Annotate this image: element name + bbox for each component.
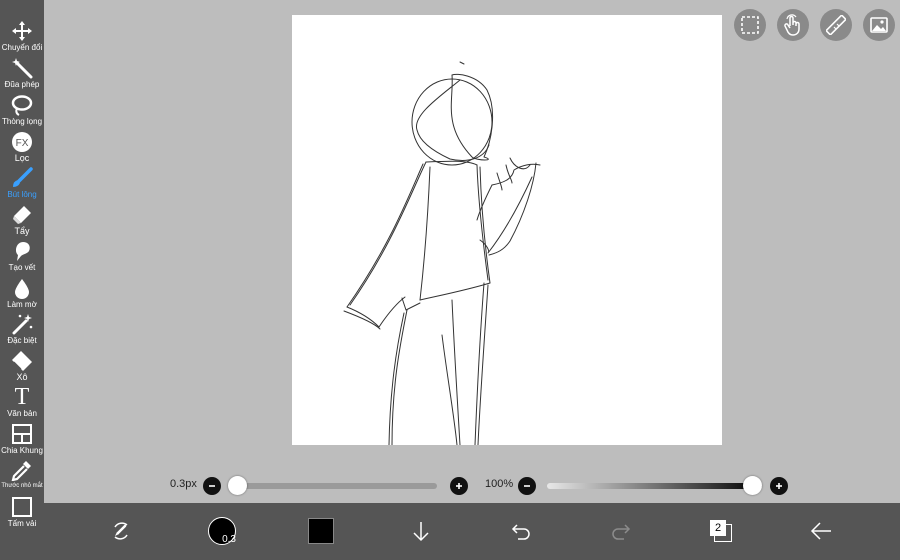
selection-icon bbox=[741, 16, 759, 34]
tool-frame-divider[interactable]: Chia Khung bbox=[0, 423, 44, 459]
current-color-swatch bbox=[308, 518, 334, 544]
move-icon bbox=[12, 21, 32, 41]
svg-text:FX: FX bbox=[16, 138, 29, 149]
tool-brush[interactable]: Bút lông bbox=[0, 167, 44, 203]
tool-blur[interactable]: Làm mờ bbox=[0, 277, 44, 313]
tool-sidebar: Chuyển đổi Đũa phép Thòng lọng FX Lọc Bú… bbox=[0, 0, 44, 560]
fx-filter-icon: FX bbox=[12, 132, 32, 152]
touch-icon bbox=[784, 14, 800, 36]
back-button[interactable] bbox=[801, 511, 841, 551]
tool-bucket[interactable]: Xô bbox=[0, 350, 44, 386]
brush-size-decrease-button[interactable] bbox=[203, 477, 221, 495]
smudge-icon bbox=[15, 242, 30, 261]
arrow-left-icon bbox=[810, 522, 831, 540]
minus-icon bbox=[209, 485, 215, 487]
brush-size-badge: 0.3 bbox=[222, 534, 236, 545]
tool-move[interactable]: Chuyển đổi bbox=[0, 20, 44, 56]
bottom-toolbar: 0.3 2 bbox=[44, 503, 900, 560]
brush-size-circle: 0.3 bbox=[208, 517, 236, 545]
undo-button[interactable] bbox=[501, 511, 541, 551]
selection-button[interactable] bbox=[734, 9, 766, 41]
tool-special[interactable]: Đặc biệt bbox=[0, 313, 44, 349]
frame-divider-icon bbox=[12, 424, 32, 444]
eyedropper-icon bbox=[11, 461, 31, 481]
brush-size-track[interactable] bbox=[236, 483, 437, 489]
image-layer-icon bbox=[870, 17, 888, 33]
tool-canvas[interactable]: Tấm vải bbox=[0, 496, 44, 532]
quick-menu-button[interactable] bbox=[101, 511, 141, 551]
plus-icon bbox=[456, 483, 462, 489]
ruler-button[interactable] bbox=[820, 9, 852, 41]
blur-drop-icon bbox=[15, 279, 29, 299]
color-swatch-button[interactable] bbox=[301, 511, 341, 551]
lasso-icon bbox=[11, 95, 33, 116]
text-icon: T bbox=[14, 384, 30, 410]
tool-eraser[interactable]: Tẩy bbox=[0, 204, 44, 240]
magic-wand-icon bbox=[12, 58, 33, 79]
brush-size-thumb[interactable] bbox=[228, 476, 247, 495]
tool-smudge[interactable]: Tạo vết bbox=[0, 240, 44, 276]
redo-icon bbox=[612, 524, 631, 540]
brush-size-increase-button[interactable] bbox=[450, 477, 468, 495]
drawing-canvas[interactable] bbox=[292, 15, 722, 446]
undo-icon bbox=[511, 524, 530, 540]
layer-count-badge: 2 bbox=[710, 520, 726, 536]
tool-text[interactable]: T Văn bản bbox=[0, 384, 44, 422]
canvas-icon bbox=[12, 497, 32, 517]
redo-button[interactable] bbox=[601, 511, 641, 551]
sketch-drawing bbox=[343, 61, 541, 446]
image-layer-button[interactable] bbox=[863, 9, 895, 41]
brush-size-indicator[interactable]: 0.3 bbox=[202, 511, 242, 551]
ruler-icon bbox=[826, 15, 846, 35]
brush-icon bbox=[13, 167, 33, 187]
opacity-thumb[interactable] bbox=[743, 476, 762, 495]
plus-icon bbox=[776, 483, 782, 489]
brush-size-readout: 0.3px bbox=[170, 478, 197, 490]
opacity-increase-button[interactable] bbox=[770, 477, 788, 495]
arrow-down-icon bbox=[413, 522, 429, 542]
opacity-readout: 100% bbox=[485, 478, 514, 490]
minus-icon bbox=[524, 485, 530, 487]
brush-swap-icon bbox=[114, 522, 128, 540]
tool-eyedropper[interactable]: Thước nhỏ mắt bbox=[0, 459, 44, 495]
layers-icon: 2 bbox=[710, 520, 732, 542]
opacity-decrease-button[interactable] bbox=[518, 477, 536, 495]
bucket-icon bbox=[12, 351, 32, 371]
layer-down-button[interactable] bbox=[401, 511, 441, 551]
layers-button[interactable]: 2 bbox=[701, 511, 741, 551]
touch-button[interactable] bbox=[777, 9, 809, 41]
opacity-track[interactable] bbox=[547, 483, 762, 489]
special-wand-icon bbox=[12, 314, 33, 335]
eraser-icon bbox=[13, 206, 31, 224]
tool-lasso[interactable]: Thòng lọng bbox=[0, 94, 44, 130]
tool-magic-wand[interactable]: Đũa phép bbox=[0, 57, 44, 93]
tool-filter[interactable]: FX Lọc bbox=[0, 131, 44, 167]
